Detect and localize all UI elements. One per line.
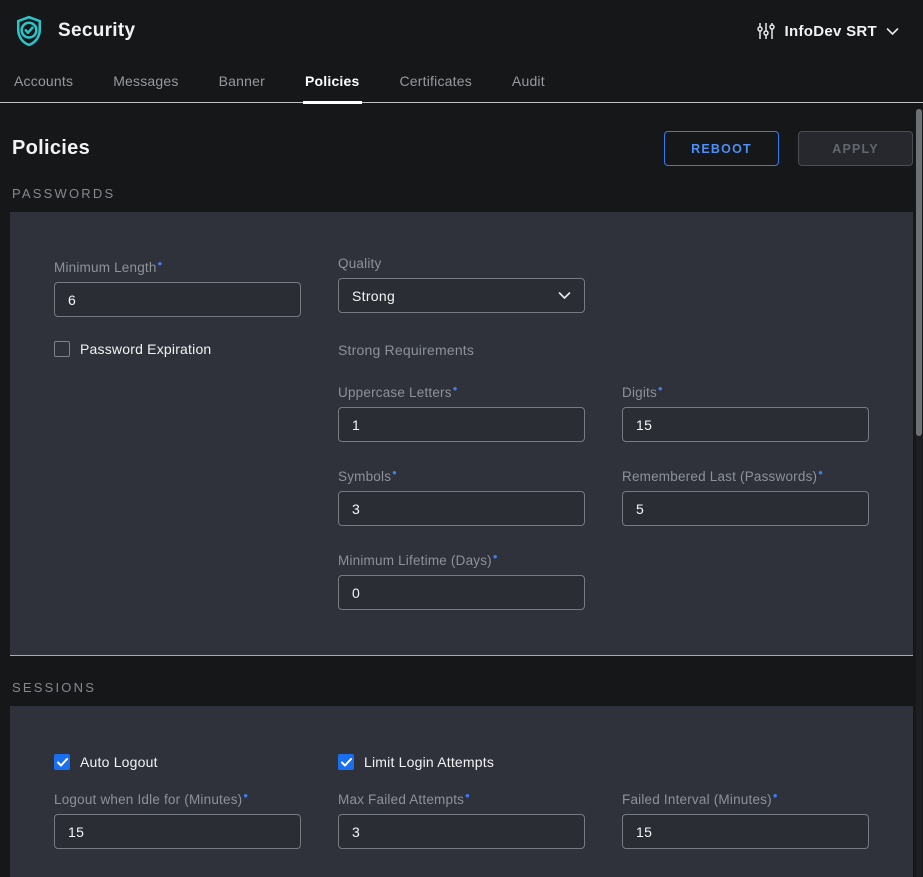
failed-interval-field-group: Failed Interval (Minutes)• bbox=[622, 788, 869, 849]
password-expiration-checkbox-row[interactable]: Password Expiration bbox=[54, 340, 301, 358]
required-marker: • bbox=[243, 788, 248, 803]
org-name: InfoDev SRT bbox=[785, 23, 877, 40]
limit-login-attempts-label: Limit Login Attempts bbox=[364, 754, 494, 770]
chevron-down-icon bbox=[886, 27, 899, 36]
quality-label: Quality bbox=[338, 256, 585, 271]
strong-requirements-label: Strong Requirements bbox=[338, 340, 585, 358]
page-head: Policies REBOOT APPLY bbox=[0, 103, 923, 186]
tab-bar: Accounts Messages Banner Policies Certif… bbox=[0, 58, 923, 103]
reboot-button[interactable]: REBOOT bbox=[664, 131, 779, 166]
logout-idle-field-group: Logout when Idle for (Minutes)• bbox=[54, 788, 301, 849]
required-marker: • bbox=[658, 381, 663, 396]
minimum-lifetime-input[interactable] bbox=[338, 575, 585, 610]
quality-field-group: Quality Strong bbox=[338, 256, 585, 317]
auto-logout-label: Auto Logout bbox=[80, 754, 158, 770]
digits-field-group: Digits• bbox=[622, 381, 869, 442]
required-marker: • bbox=[392, 465, 397, 480]
remembered-last-label: Remembered Last (Passwords)• bbox=[622, 465, 869, 484]
required-marker: • bbox=[158, 256, 163, 271]
tab-policies[interactable]: Policies bbox=[303, 65, 362, 102]
auto-logout-checkbox[interactable] bbox=[54, 754, 70, 770]
uppercase-letters-label: Uppercase Letters• bbox=[338, 381, 585, 400]
required-marker: • bbox=[773, 788, 778, 803]
limit-login-attempts-checkbox[interactable] bbox=[338, 754, 354, 770]
minimum-length-input[interactable] bbox=[54, 282, 301, 317]
tab-messages[interactable]: Messages bbox=[111, 65, 180, 102]
app-header: Security InfoDev SRT bbox=[0, 0, 923, 58]
required-marker: • bbox=[465, 788, 470, 803]
minimum-length-field-group: Minimum Length• bbox=[54, 256, 301, 317]
limit-login-attempts-checkbox-row[interactable]: Limit Login Attempts bbox=[338, 754, 585, 770]
quality-select-value: Strong bbox=[352, 288, 395, 304]
passwords-panel: Minimum Length• Quality Strong Password … bbox=[10, 212, 913, 656]
apply-button: APPLY bbox=[798, 131, 913, 166]
required-marker: • bbox=[493, 549, 498, 564]
max-failed-attempts-input[interactable] bbox=[338, 814, 585, 849]
symbols-field-group: Symbols• bbox=[338, 465, 585, 526]
tab-accounts[interactable]: Accounts bbox=[12, 65, 75, 102]
shield-check-icon bbox=[12, 13, 46, 49]
password-expiration-checkbox[interactable] bbox=[54, 341, 70, 357]
symbols-input[interactable] bbox=[338, 491, 585, 526]
tab-certificates[interactable]: Certificates bbox=[398, 65, 474, 102]
remembered-last-field-group: Remembered Last (Passwords)• bbox=[622, 465, 869, 526]
required-marker: • bbox=[453, 381, 458, 396]
failed-interval-label: Failed Interval (Minutes)• bbox=[622, 788, 869, 807]
sessions-section-label: SESSIONS bbox=[0, 680, 923, 695]
digits-label: Digits• bbox=[622, 381, 869, 400]
sliders-icon bbox=[756, 21, 776, 41]
vertical-scrollbar bbox=[916, 109, 922, 877]
app-title: Security bbox=[58, 20, 135, 42]
passwords-section-label: PASSWORDS bbox=[0, 186, 923, 201]
tab-audit[interactable]: Audit bbox=[510, 65, 547, 102]
chevron-down-icon bbox=[558, 291, 571, 300]
auto-logout-checkbox-row[interactable]: Auto Logout bbox=[54, 754, 301, 770]
quality-select[interactable]: Strong bbox=[338, 278, 585, 313]
scrollbar-thumb[interactable] bbox=[916, 109, 922, 436]
max-failed-attempts-label: Max Failed Attempts• bbox=[338, 788, 585, 807]
uppercase-letters-input[interactable] bbox=[338, 407, 585, 442]
org-selector[interactable]: InfoDev SRT bbox=[756, 21, 909, 41]
tab-banner[interactable]: Banner bbox=[217, 65, 267, 102]
symbols-label: Symbols• bbox=[338, 465, 585, 484]
remembered-last-input[interactable] bbox=[622, 491, 869, 526]
minimum-lifetime-field-group: Minimum Lifetime (Days)• bbox=[338, 549, 585, 610]
page-title: Policies bbox=[12, 137, 90, 160]
sessions-panel: Auto Logout Limit Login Attempts Logout … bbox=[10, 706, 913, 877]
max-failed-attempts-field-group: Max Failed Attempts• bbox=[338, 788, 585, 849]
minimum-lifetime-label: Minimum Lifetime (Days)• bbox=[338, 549, 585, 568]
minimum-length-label: Minimum Length• bbox=[54, 256, 301, 275]
uppercase-letters-field-group: Uppercase Letters• bbox=[338, 381, 585, 442]
logout-idle-label: Logout when Idle for (Minutes)• bbox=[54, 788, 301, 807]
digits-input[interactable] bbox=[622, 407, 869, 442]
password-expiration-label: Password Expiration bbox=[80, 341, 211, 357]
logout-idle-input[interactable] bbox=[54, 814, 301, 849]
required-marker: • bbox=[818, 465, 823, 480]
failed-interval-input[interactable] bbox=[622, 814, 869, 849]
